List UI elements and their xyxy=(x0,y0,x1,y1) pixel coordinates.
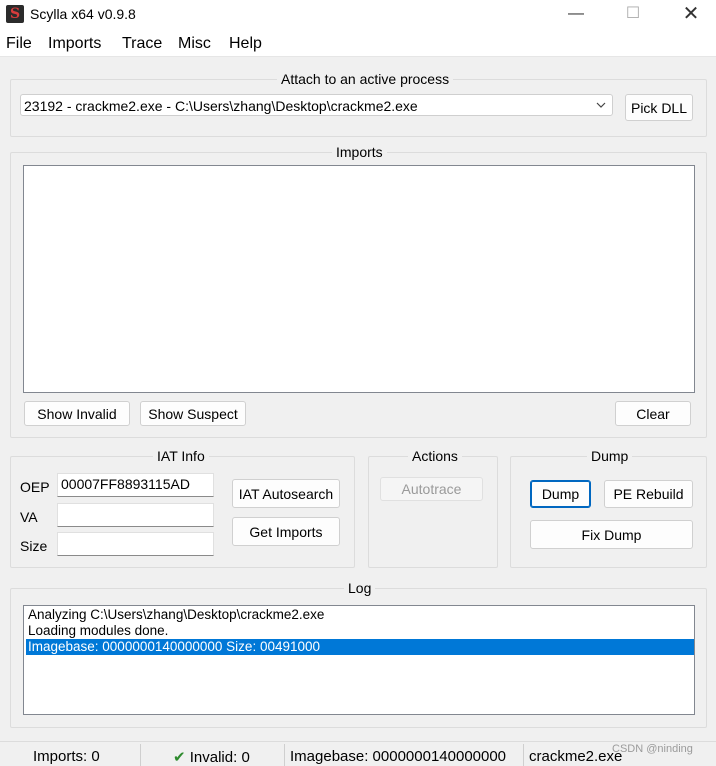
log-line[interactable]: Loading modules done. xyxy=(26,623,694,639)
log-listbox[interactable]: Analyzing C:\Users\zhang\Desktop\crackme… xyxy=(23,605,695,715)
watermark: CSDN @ninding xyxy=(612,743,693,755)
status-invalid: ✔ Invalid: 0 xyxy=(173,748,250,766)
log-line-selected[interactable]: Imagebase: 0000000140000000 Size: 004910… xyxy=(26,639,694,655)
window-title: Scylla x64 v0.9.8 xyxy=(30,6,136,22)
menu-help[interactable]: Help xyxy=(229,35,262,53)
attach-group-title: Attach to an active process xyxy=(277,71,454,87)
dump-group-title: Dump xyxy=(587,448,633,464)
status-imports-count: Imports: 0 xyxy=(33,748,100,765)
menu-file[interactable]: File xyxy=(6,35,32,53)
dump-group xyxy=(510,456,707,568)
pick-dll-button[interactable]: Pick DLL xyxy=(625,94,693,121)
pe-rebuild-button[interactable]: PE Rebuild xyxy=(604,480,693,508)
autotrace-button[interactable]: Autotrace xyxy=(380,477,483,501)
chevron-down-icon xyxy=(596,102,606,108)
get-imports-button[interactable]: Get Imports xyxy=(232,517,340,546)
menu-imports[interactable]: Imports xyxy=(48,35,101,53)
oep-field[interactable]: 00007FF8893115AD xyxy=(57,473,214,497)
show-invalid-button[interactable]: Show Invalid xyxy=(24,401,130,426)
menu-misc[interactable]: Misc xyxy=(178,35,211,53)
minimize-icon[interactable]: — xyxy=(553,0,599,30)
close-icon[interactable]: ✕ xyxy=(668,0,714,30)
dump-button[interactable]: Dump xyxy=(530,480,591,508)
clear-imports-button[interactable]: Clear xyxy=(615,401,691,426)
imports-tree[interactable] xyxy=(23,165,695,393)
actions-group-title: Actions xyxy=(408,448,462,464)
process-combobox[interactable]: 23192 - crackme2.exe - C:\Users\zhang\De… xyxy=(20,94,613,116)
title-bar: S Scylla x64 v0.9.8 — ☐ ✕ xyxy=(0,0,716,30)
status-divider xyxy=(284,744,285,766)
iat-autosearch-button[interactable]: IAT Autosearch xyxy=(232,479,340,508)
size-field[interactable] xyxy=(57,532,214,556)
oep-label: OEP xyxy=(20,479,50,495)
scylla-app-icon: S xyxy=(6,5,24,23)
actions-group xyxy=(368,456,498,568)
status-divider xyxy=(523,744,524,766)
status-imagebase: Imagebase: 0000000140000000 xyxy=(290,748,507,765)
status-divider xyxy=(140,744,141,766)
va-label: VA xyxy=(20,509,38,525)
menu-trace[interactable]: Trace xyxy=(122,35,162,53)
log-line[interactable]: Analyzing C:\Users\zhang\Desktop\crackme… xyxy=(26,607,694,623)
status-bar: Imports: 0 ✔ Invalid: 0 Imagebase: 00000… xyxy=(0,741,716,766)
checkmark-icon: ✔ xyxy=(173,749,186,766)
va-field[interactable] xyxy=(57,503,214,527)
log-group-title: Log xyxy=(344,580,376,596)
status-invalid-count: Invalid: 0 xyxy=(189,749,250,766)
fix-dump-button[interactable]: Fix Dump xyxy=(530,520,693,549)
iat-info-group-title: IAT Info xyxy=(153,448,209,464)
maximize-icon[interactable]: ☐ xyxy=(610,0,656,30)
status-module-name: crackme2.exe xyxy=(529,748,623,765)
imports-group-title: Imports xyxy=(332,144,387,160)
process-combobox-value: 23192 - crackme2.exe - C:\Users\zhang\De… xyxy=(24,98,418,114)
size-label: Size xyxy=(20,538,48,554)
show-suspect-button[interactable]: Show Suspect xyxy=(140,401,246,426)
menu-bar: File Imports Trace Misc Help xyxy=(0,30,716,57)
